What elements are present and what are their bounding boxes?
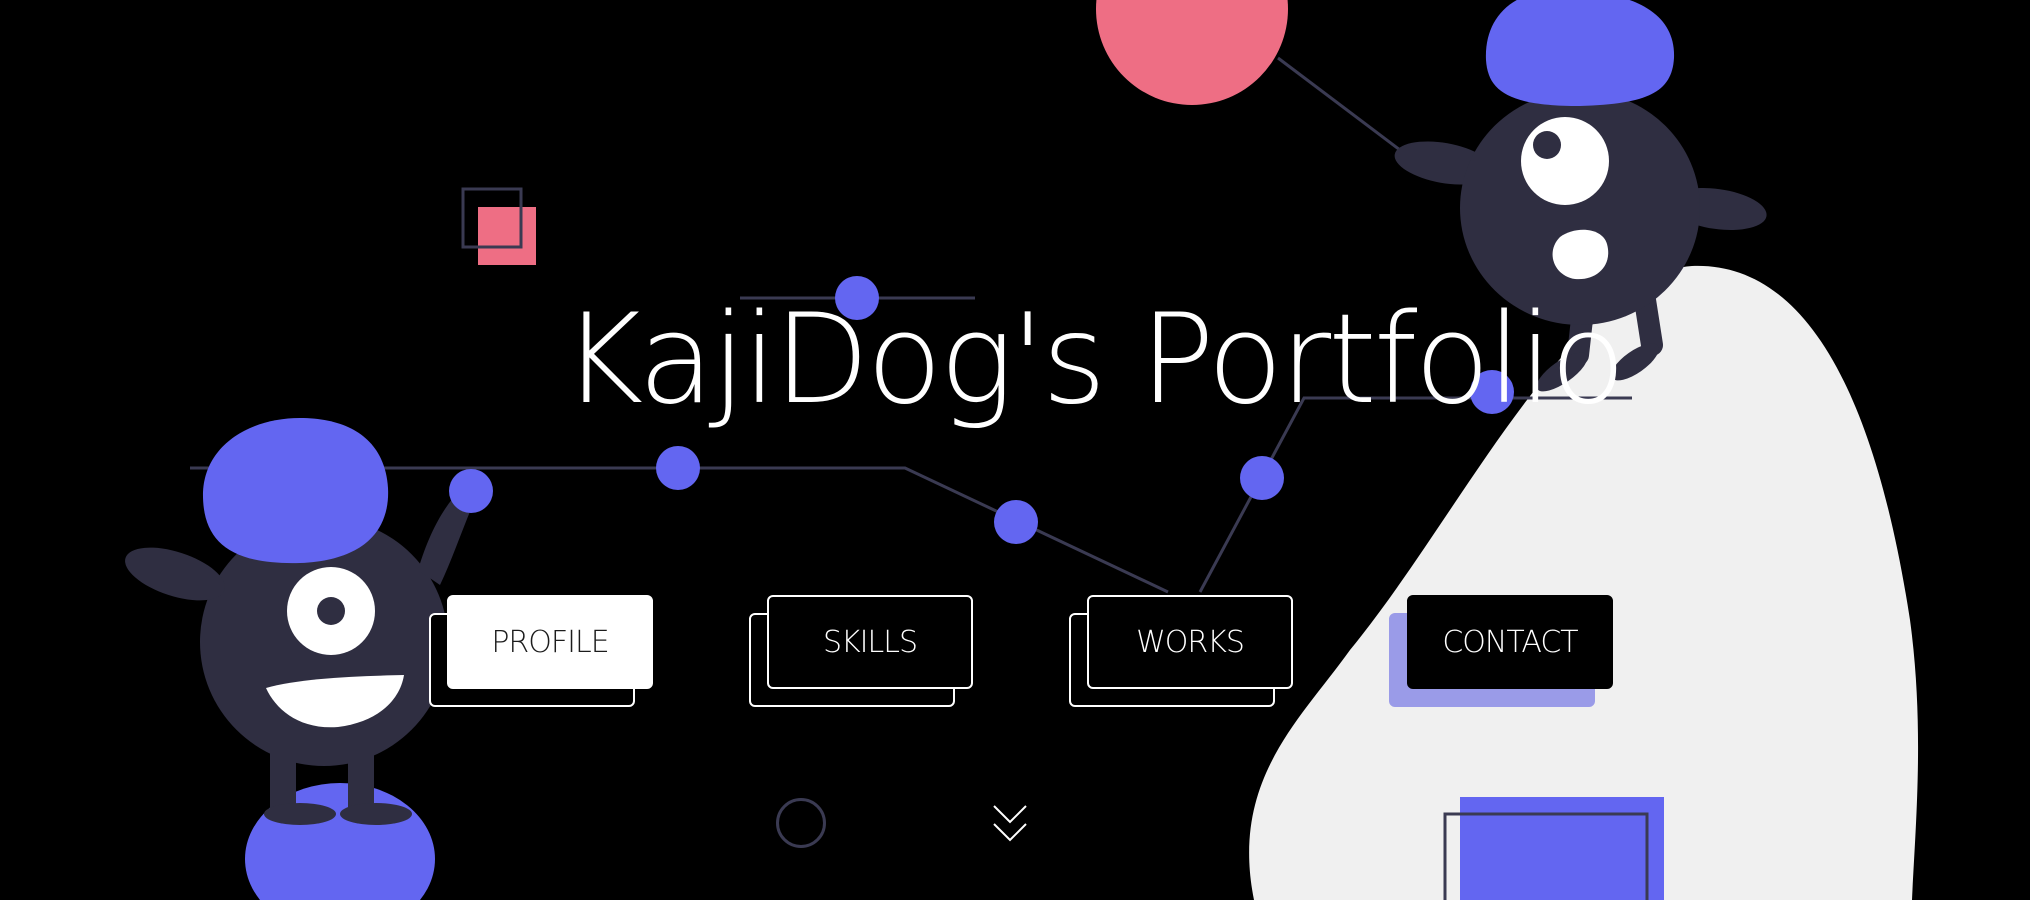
page-title: KajiDog's Portfolio xyxy=(562,288,1626,432)
nav-skills-button[interactable]: SKILLS xyxy=(749,595,973,707)
nav-works-button[interactable]: WORKS xyxy=(1069,595,1293,707)
network-node xyxy=(449,469,493,513)
blue-square-shape xyxy=(1460,797,1664,900)
double-chevron-down-icon[interactable] xyxy=(990,802,1030,848)
hero-illustration xyxy=(125,0,1919,900)
nav-contact-label[interactable]: CONTACT xyxy=(1407,595,1613,689)
pink-circle-shape xyxy=(1096,0,1288,105)
left-monster-illustration xyxy=(125,418,476,900)
hero-section: KajiDog's Portfolio PROFILE SKILLS WORKS… xyxy=(0,0,2030,900)
connector-line xyxy=(1277,56,1409,158)
nav-skills-label[interactable]: SKILLS xyxy=(767,595,973,689)
nav-profile-label[interactable]: PROFILE xyxy=(447,595,653,689)
nav-contact-button[interactable]: CONTACT xyxy=(1389,595,1613,707)
pink-square-shape xyxy=(478,207,536,265)
nav-profile-button[interactable]: PROFILE xyxy=(429,595,653,707)
nav-works-label[interactable]: WORKS xyxy=(1087,595,1293,689)
circle-outline-icon xyxy=(776,798,826,848)
